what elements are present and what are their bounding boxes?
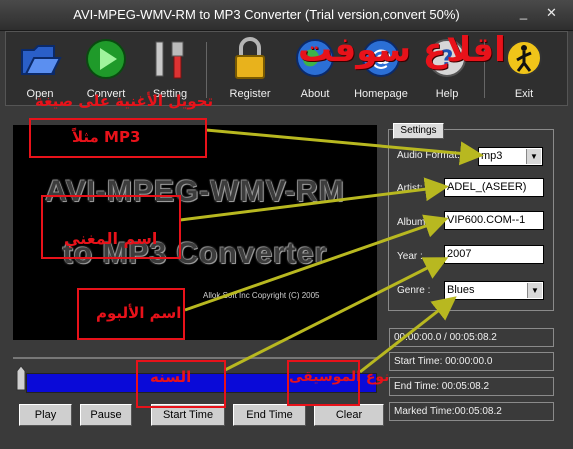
annotation-singer: اسم المغني: [64, 229, 158, 248]
arrow-format: [205, 128, 484, 166]
annotation-convert-hint: تحويل الأغنية على صيغة: [35, 92, 214, 110]
app-window: AVI-MPEG-WMV-RM to MP3 Converter (Trial …: [0, 0, 573, 449]
arrow-album: [184, 214, 449, 312]
annotation-mp3-example: مثلاً MP3: [72, 128, 141, 146]
annotation-genre: نوع الموسيقى: [289, 369, 390, 385]
annotation-year: السنه: [150, 368, 192, 386]
arrow-year: [224, 257, 449, 372]
arrow-genre: [359, 296, 457, 374]
watermark-text: اقلاع سوفت: [298, 30, 506, 70]
arrow-artist: [179, 177, 449, 222]
annotation-album: اسم الألبوم: [96, 304, 182, 322]
annotation-box-singer: [41, 195, 181, 259]
